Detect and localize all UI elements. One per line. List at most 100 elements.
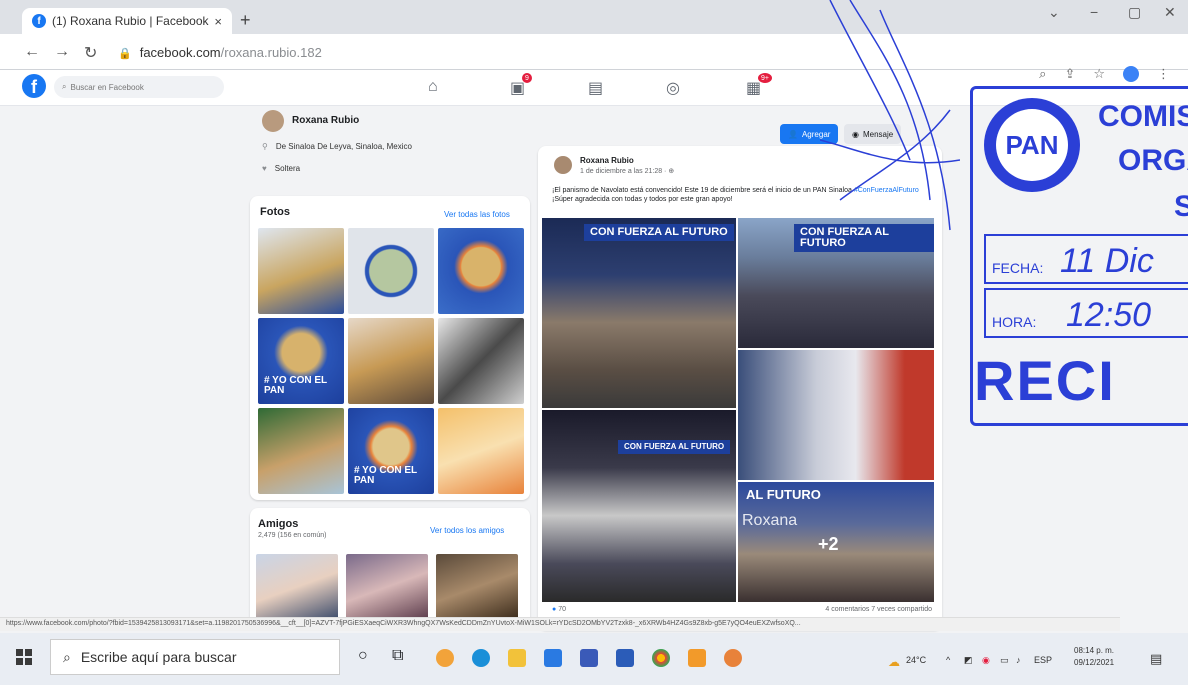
forward-icon[interactable]: → (54, 43, 70, 61)
gaming-badge: 9+ (758, 73, 772, 83)
url-host: facebook.com (139, 45, 221, 60)
watch-badge: 9 (522, 73, 532, 83)
photo-tile-4-label: # YO CON EL PAN (264, 375, 327, 396)
post-text-body-2: ¡Súper agradecida con todas y todos por … (552, 196, 733, 203)
hora-value: 12:50 (1066, 296, 1152, 334)
post-timestamp[interactable]: 1 de diciembre a las 21:28 · ⊕ (580, 167, 674, 175)
weather-icon[interactable]: ☁ (888, 655, 900, 669)
photo-tile-4[interactable]: # YO CON EL PAN (258, 318, 344, 404)
friend-photo-3[interactable] (436, 554, 518, 620)
volume-icon[interactable]: ♪ (1016, 655, 1021, 665)
post-comments-shares[interactable]: 4 comentarios 7 veces compartido (825, 606, 932, 613)
photo-tile-6[interactable] (438, 318, 524, 404)
battery-icon[interactable]: ▭ (1000, 655, 1009, 666)
clock[interactable]: 08:14 p. m. 09/12/2021 (1074, 645, 1114, 669)
tray-app-icon[interactable]: ◩ (964, 655, 973, 666)
taskbar-search[interactable]: ⌕ Escribe aquí para buscar (50, 639, 340, 675)
taskbar-app2-icon[interactable] (688, 649, 706, 667)
windows-start-icon[interactable] (16, 649, 32, 665)
share-icon[interactable]: ⇪ (1064, 66, 1075, 82)
back-icon[interactable]: ← (24, 43, 40, 61)
groups-icon[interactable]: ◎ (666, 78, 680, 98)
friend-photo-2[interactable] (346, 554, 428, 620)
see-all-friends-link[interactable]: Ver todos los amigos (430, 526, 504, 535)
language-indicator[interactable]: ESP (1034, 655, 1052, 665)
photo-tile-3[interactable] (438, 228, 524, 314)
zoom-icon[interactable]: ⌕ (1039, 66, 1046, 82)
taskbar-explorer-icon[interactable] (508, 649, 526, 667)
facebook-favicon-icon: f (32, 14, 46, 28)
bookmark-star-icon[interactable]: ☆ (1093, 66, 1105, 82)
taskbar-search-text: Escribe aquí para buscar (80, 649, 237, 665)
menu-dots-icon[interactable]: ⋮ (1157, 66, 1170, 82)
reception-stamp: PAN COMIS ORGA S FECHA: 11 Dic HORA: 12:… (970, 86, 1188, 426)
like-icon: ● (552, 606, 557, 613)
post-author[interactable]: Roxana Rubio (580, 156, 634, 165)
fecha-value: 11 Dic (1060, 242, 1154, 280)
browser-tab[interactable]: f (1) Roxana Rubio | Facebook × (22, 8, 232, 34)
taskbar-edge-icon[interactable] (472, 649, 490, 667)
photo-tile-7[interactable] (258, 408, 344, 494)
url-field[interactable]: 🔒 facebook.com/roxana.rubio.182 (118, 45, 322, 60)
reload-icon[interactable]: ↻ (84, 43, 97, 63)
photo-tile-8[interactable]: # YO CON EL PAN (348, 408, 434, 494)
taskbar-firefox-icon[interactable] (436, 649, 454, 667)
ink-signature (820, 0, 960, 231)
browser-right-icons: ⌕ ⇪ ☆ ⋮ (1039, 66, 1170, 82)
tab-search-icon[interactable]: ⌄ (1048, 4, 1060, 21)
friend-photo-1[interactable] (256, 554, 338, 620)
see-all-photos-link[interactable]: Ver todas las fotos (444, 210, 510, 219)
home-icon[interactable]: ⌂ (428, 78, 438, 96)
stamp-line-2: ORGA (1118, 144, 1188, 177)
photo-tile-9[interactable] (438, 408, 524, 494)
new-tab-button[interactable]: + (240, 10, 251, 31)
photo-tile-1[interactable] (258, 228, 344, 314)
photo-tile-2[interactable] (348, 228, 434, 314)
taskbar-word-icon[interactable] (616, 649, 634, 667)
friends-count: 2,479 (156 en común) (258, 532, 327, 539)
clock-date: 09/12/2021 (1074, 658, 1115, 667)
taskbar-app3-icon[interactable] (724, 649, 742, 667)
taskbar-app-icon[interactable] (580, 649, 598, 667)
facebook-search-input[interactable]: ⌕ Buscar en Facebook (54, 76, 224, 98)
minimize-icon[interactable]: − (1090, 4, 1098, 20)
globe-icon: ⊕ (668, 168, 675, 175)
fecha-label: FECHA: (992, 260, 1044, 276)
post-photo-1[interactable]: CON FUERZA AL FUTURO (542, 218, 736, 408)
location-pin-icon: ⚲ (262, 142, 268, 151)
stamp-line-1: COMIS (1098, 100, 1188, 133)
intro-location: ⚲ De Sinaloa De Leyva, Sinaloa, Mexico (262, 142, 412, 151)
profile-avatar-icon[interactable] (1123, 66, 1139, 82)
clock-time: 08:14 p. m. (1074, 646, 1115, 655)
photos-card: Fotos Ver todas las fotos # YO CON EL PA… (250, 196, 530, 500)
link-status-bar: https://www.facebook.com/photo/?fbid=153… (0, 617, 1120, 631)
heart-icon: ♥ (262, 164, 267, 173)
marketplace-icon[interactable]: ▤ (588, 78, 603, 98)
post-author-avatar[interactable] (554, 156, 572, 174)
maximize-icon[interactable]: ▢ (1128, 4, 1141, 21)
tray-chevron-icon[interactable]: ^ (946, 655, 950, 665)
post-photo-5-overlay-name: Roxana (742, 512, 798, 529)
add-friend-icon: 👤 (788, 129, 798, 139)
profile-avatar[interactable] (262, 110, 284, 132)
facebook-logo-icon[interactable]: f (22, 74, 46, 98)
taskbar-chrome-icon[interactable] (652, 649, 670, 667)
pan-logo: PAN (984, 98, 1080, 192)
post-photo-3[interactable] (738, 350, 934, 480)
task-view-icon[interactable]: ⧉ (392, 647, 403, 665)
friends-card: Amigos 2,479 (156 en común) Ver todos lo… (250, 508, 530, 626)
pan-logo-inner: PAN (996, 109, 1068, 181)
pan-logo-text: PAN (1005, 129, 1059, 160)
reaction-count[interactable]: ● 70 (552, 606, 566, 613)
intro-status: ♥ Soltera (262, 164, 300, 173)
weather-temp[interactable]: 24°C (906, 655, 926, 665)
cortana-icon[interactable]: ○ (358, 647, 368, 665)
post-photo-4[interactable]: CON FUERZA AL FUTURO (542, 410, 736, 602)
more-photos-count[interactable]: +2 (818, 534, 839, 555)
close-tab-icon[interactable]: × (214, 14, 222, 29)
photo-tile-5[interactable] (348, 318, 434, 404)
tray-chrome-icon[interactable]: ◉ (982, 655, 990, 666)
taskbar-mail-icon[interactable] (544, 649, 562, 667)
notifications-icon[interactable]: ▤ (1150, 651, 1162, 667)
window-close-icon[interactable]: ✕ (1164, 4, 1176, 21)
